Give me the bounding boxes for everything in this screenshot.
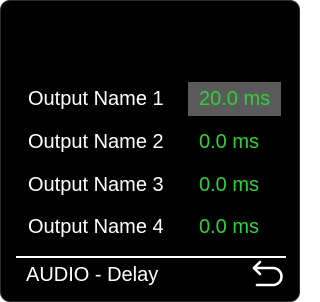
- output-row-1[interactable]: Output Name 1 20.0 ms: [1, 82, 299, 116]
- device-screen: Output Name 1 20.0 ms Output Name 2 0.0 …: [0, 0, 300, 302]
- delay-value-field[interactable]: 20.0 ms: [188, 82, 281, 116]
- footer-divider: [16, 256, 286, 258]
- output-name-label: Output Name 4: [28, 216, 164, 238]
- output-row-4[interactable]: Output Name 4 0.0 ms: [1, 210, 299, 244]
- return-arrow-icon: [252, 260, 283, 287]
- output-row-3[interactable]: Output Name 3 0.0 ms: [1, 168, 299, 202]
- output-name-label: Output Name 2: [28, 131, 164, 153]
- back-button[interactable]: [248, 260, 286, 290]
- delay-value-field[interactable]: 0.0 ms: [188, 210, 281, 244]
- output-name-label: Output Name 1: [28, 88, 164, 110]
- screen-title: AUDIO - Delay: [26, 264, 159, 286]
- output-row-2[interactable]: Output Name 2 0.0 ms: [1, 125, 299, 159]
- output-name-label: Output Name 3: [28, 174, 164, 196]
- delay-value-field[interactable]: 0.0 ms: [188, 125, 281, 159]
- delay-value-field[interactable]: 0.0 ms: [188, 168, 281, 202]
